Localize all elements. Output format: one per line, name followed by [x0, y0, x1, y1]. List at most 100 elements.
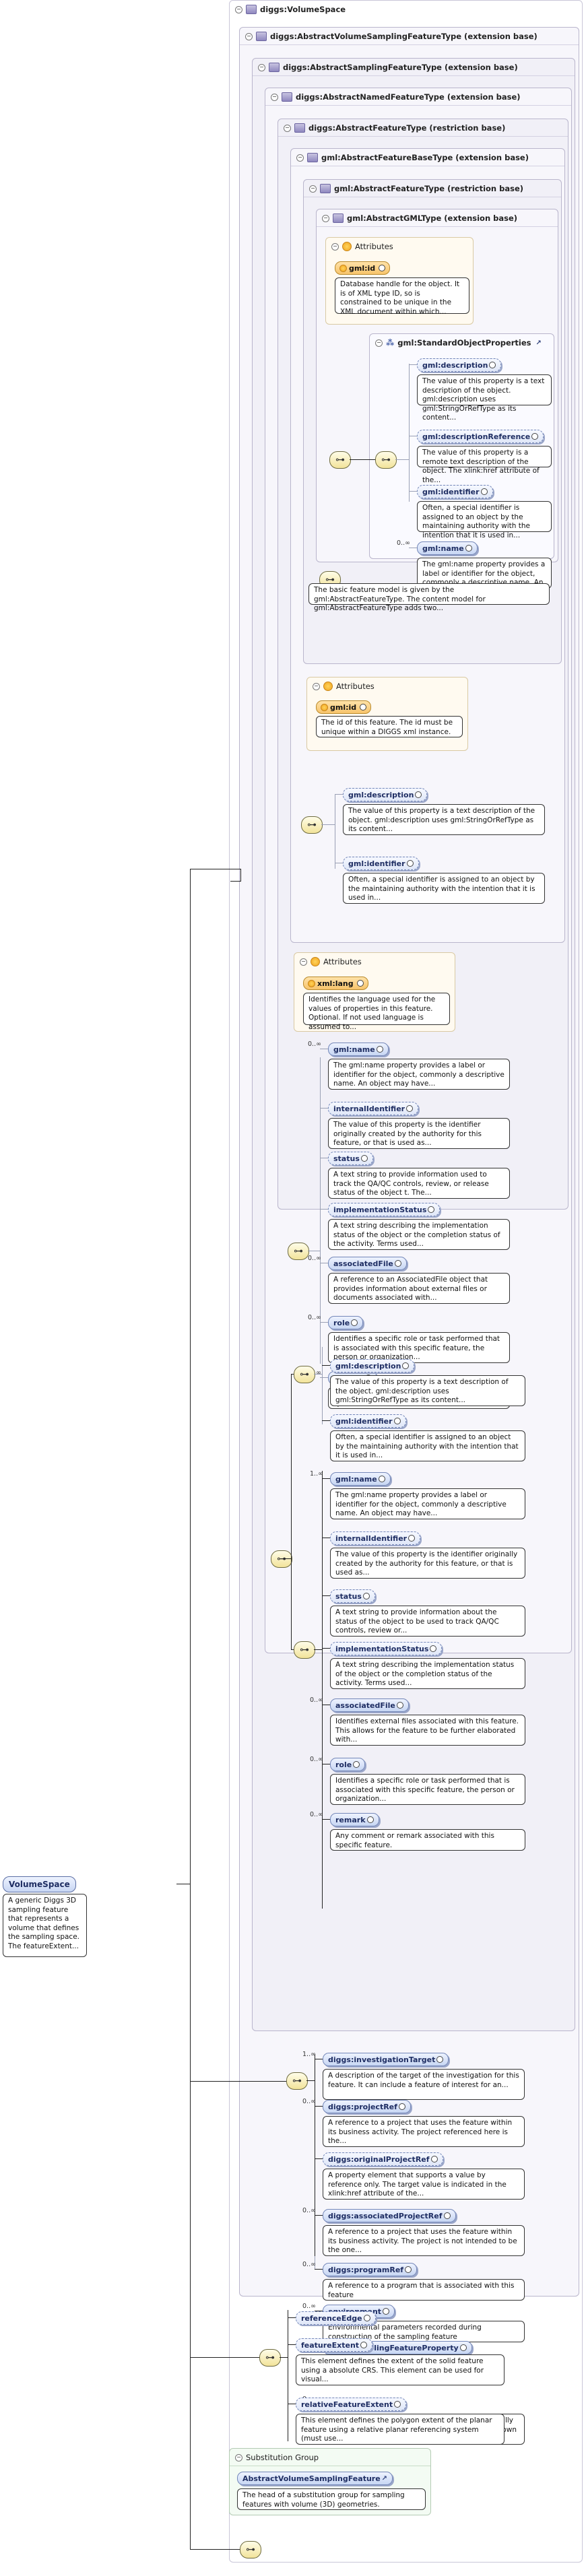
expand-icon[interactable] — [406, 860, 414, 867]
element-implementationstatus[interactable]: implementationStatus — [328, 1203, 441, 1216]
element-featureextent[interactable]: featureExtent — [296, 2338, 373, 2352]
element-internalidentifier[interactable]: internalIdentifier — [328, 1102, 419, 1115]
collapse-toggle[interactable]: − — [296, 154, 304, 162]
expand-icon[interactable] — [405, 2266, 412, 2273]
element-name: role — [333, 1318, 350, 1327]
sequence-icon: ⊶ — [271, 1550, 292, 1568]
expand-icon[interactable] — [430, 1645, 437, 1652]
expand-icon[interactable] — [436, 2056, 444, 2063]
expand-icon[interactable] — [465, 545, 472, 552]
element-role[interactable]: role — [328, 1316, 364, 1329]
expand-icon[interactable] — [415, 791, 422, 798]
expand-icon[interactable] — [360, 1155, 368, 1162]
element-diggs-associatedprojectref[interactable]: diggs:associatedProjectRef — [323, 2209, 456, 2222]
expand-icon[interactable] — [396, 1702, 403, 1709]
collapse-toggle[interactable]: − — [375, 339, 383, 347]
element-gml-name[interactable]: gml:name — [328, 1043, 389, 1056]
expand-icon[interactable] — [443, 2212, 451, 2219]
expand-icon[interactable] — [480, 488, 488, 495]
expand-icon[interactable] — [351, 1319, 358, 1326]
complex-type-icon — [246, 5, 257, 14]
element-description: A property element that supports a value… — [323, 2169, 525, 2200]
expand-icon[interactable] — [398, 2103, 405, 2110]
complex-type-icon — [307, 153, 318, 162]
panel-header: − diggs:VolumeSpace — [235, 3, 346, 15]
expand-icon[interactable] — [406, 1105, 414, 1112]
element-gml-description[interactable]: gml:description — [417, 358, 502, 372]
collapse-toggle[interactable]: − — [322, 214, 329, 222]
expand-icon[interactable] — [489, 362, 496, 368]
expand-icon[interactable] — [430, 2156, 438, 2162]
element-gml-identifier[interactable]: gml:identifier — [330, 1414, 406, 1428]
element-diggs-investigationtarget[interactable]: diggs:investigationTarget — [323, 2053, 449, 2066]
attribute-xml-lang[interactable]: xml:lang — [303, 977, 368, 990]
element-diggs-programref[interactable]: diggs:programRef — [323, 2263, 418, 2276]
attributes-icon — [342, 242, 352, 251]
expand-icon[interactable] — [376, 1046, 383, 1053]
collapse-toggle[interactable]: − — [309, 185, 317, 193]
collapse-toggle[interactable]: − — [331, 242, 339, 251]
expand-icon[interactable] — [362, 1593, 370, 1599]
expand-icon[interactable] — [360, 2342, 368, 2348]
attribute-gml-id[interactable]: gml:id — [335, 261, 391, 275]
collapse-toggle[interactable]: − — [258, 63, 265, 71]
element-relativefeatureextent[interactable]: relativeFeatureExtent — [296, 2398, 407, 2411]
expand-icon[interactable] — [402, 1362, 410, 1369]
element-gml-name[interactable]: gml:name — [330, 1472, 391, 1486]
expand-icon[interactable] — [459, 2344, 467, 2351]
element-description: A reference to a project that uses the f… — [323, 2116, 525, 2147]
collapse-toggle[interactable]: − — [235, 5, 242, 13]
expand-icon[interactable] — [393, 1418, 401, 1424]
element-gml-description[interactable]: gml:description — [330, 1359, 415, 1373]
attribute-gml-id[interactable]: gml:id — [316, 700, 372, 714]
element-gml-description[interactable]: gml:description — [343, 788, 428, 801]
element-implementationstatus[interactable]: implementationStatus — [330, 1642, 443, 1655]
element-diggs-originalprojectref[interactable]: diggs:originalProjectRef — [323, 2152, 443, 2166]
expand-icon[interactable] — [428, 1206, 435, 1213]
element-role[interactable]: role — [330, 1758, 366, 1771]
element-internalidentifier[interactable]: internalIdentifier — [330, 1531, 421, 1545]
expand-icon[interactable] — [383, 2308, 390, 2315]
element-gml-identifier[interactable]: gml:identifier — [343, 857, 419, 870]
link-icon: ↗ — [381, 2474, 388, 2482]
cardinality-label: 0..∞ — [302, 2261, 316, 2268]
element-referenceedge[interactable]: referenceEdge — [296, 2311, 376, 2325]
element-associatedfile[interactable]: associatedFile — [330, 1698, 409, 1712]
root-element-volume-space[interactable]: VolumeSpace — [3, 1876, 76, 1892]
expand-icon[interactable] — [378, 1476, 385, 1482]
collapse-toggle[interactable]: − — [300, 958, 307, 966]
element-remark[interactable]: remark — [330, 1813, 379, 1826]
element-description: A text string to provide information use… — [328, 1168, 510, 1199]
element-gml-descriptionreference[interactable]: gml:descriptionReference — [417, 430, 544, 443]
expand-icon[interactable] — [408, 1535, 416, 1542]
collapse-toggle[interactable]: − — [284, 124, 291, 132]
collapse-toggle[interactable]: − — [235, 2453, 242, 2462]
element-status[interactable]: status — [330, 1589, 375, 1603]
panel-header: − diggs:AbstractFeatureType (restriction … — [284, 122, 505, 134]
element-diggs-projectref[interactable]: diggs:projectRef — [323, 2100, 411, 2113]
element-associatedfile[interactable]: associatedFile — [328, 1257, 407, 1270]
expand-icon[interactable] — [353, 1761, 360, 1768]
sequence-icon: ⊶ — [329, 451, 351, 469]
element-gml-identifier[interactable]: gml:identifier — [417, 485, 493, 498]
cardinality-label: 0..∞ — [302, 2098, 316, 2105]
expand-icon[interactable] — [394, 1260, 401, 1267]
collapse-toggle[interactable]: − — [245, 32, 253, 40]
expand-icon[interactable] — [531, 433, 539, 440]
attribute-icon — [339, 264, 347, 272]
expand-icon[interactable] — [363, 2315, 370, 2321]
substitution-group-head[interactable]: AbstractVolumeSamplingFeature ↗ — [237, 2472, 393, 2485]
element-status[interactable]: status — [328, 1152, 373, 1165]
element-description: Often, a special identifier is assigned … — [417, 501, 552, 539]
attribute-icon — [308, 979, 315, 987]
expand-icon[interactable] — [366, 1816, 374, 1823]
type-name: gml:AbstractFeatureBaseType (extension b… — [321, 153, 529, 162]
collapse-toggle[interactable]: − — [313, 682, 320, 690]
choice-icon: ⊶ — [294, 1366, 315, 1383]
link-icon: ↗ — [535, 339, 542, 347]
collapse-toggle[interactable]: − — [271, 93, 278, 101]
element-description: The value of this property is a text des… — [330, 1375, 525, 1406]
expand-icon[interactable] — [394, 2401, 401, 2408]
element-gml-name[interactable]: gml:name — [417, 541, 478, 555]
element-name: role — [335, 1760, 352, 1769]
